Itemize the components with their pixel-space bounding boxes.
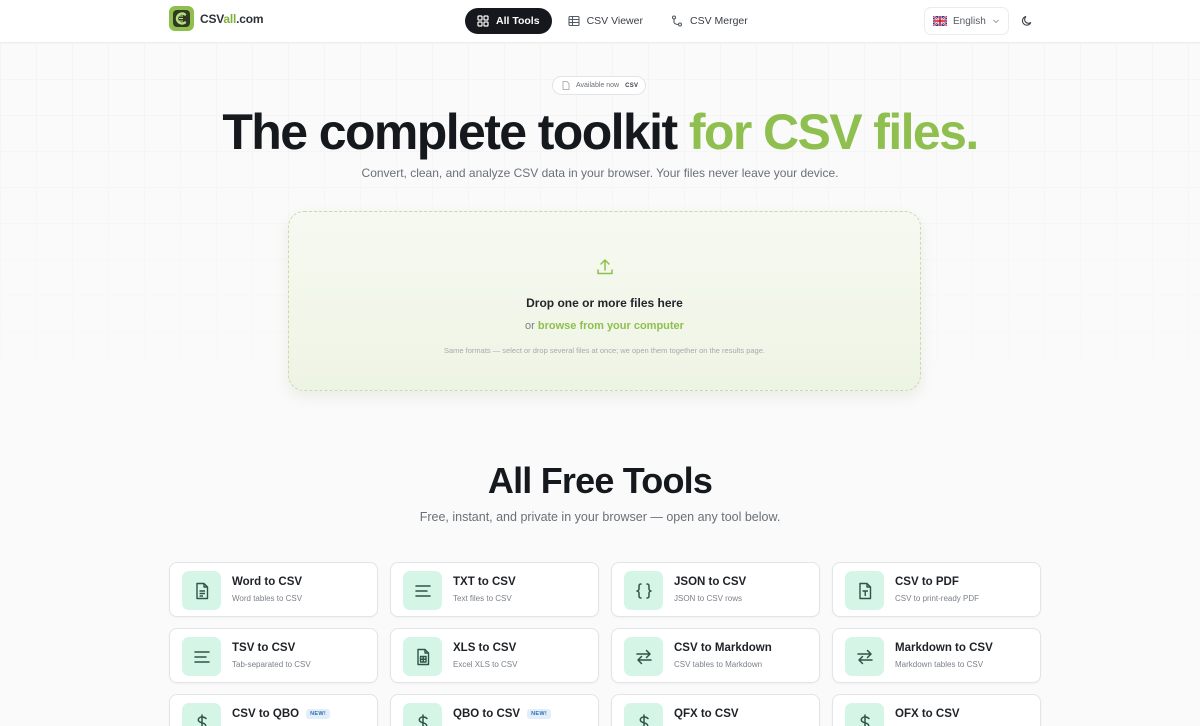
card-title: TXT to CSV xyxy=(453,576,516,588)
card-title: OFX to CSV xyxy=(895,708,960,720)
table-icon xyxy=(568,15,580,27)
spreadsheet-file-icon xyxy=(403,637,442,676)
dollar-icon xyxy=(624,703,663,726)
tools-grid: Word to CSV Word tables to CSV TXT to CS… xyxy=(169,562,1041,726)
site-logo[interactable]: CSVall.com xyxy=(169,6,264,31)
card-title: QFX to CSV xyxy=(674,708,739,720)
card-description: CSV to print-ready PDF xyxy=(895,594,980,603)
dollar-icon xyxy=(845,703,884,726)
card-title: CSV to Markdown xyxy=(674,642,772,654)
card-description: Text files to CSV xyxy=(453,594,512,603)
new-badge: NEW! xyxy=(527,709,551,719)
tools-section-subtitle: Free, instant, and private in your brows… xyxy=(419,510,781,524)
tool-card-xls-to-csv[interactable]: XLS to CSV Excel XLS to CSV xyxy=(390,628,599,683)
nav-csv-merger[interactable]: CSV Merger xyxy=(659,8,760,34)
badge-tag: CSV xyxy=(625,82,639,89)
text-lines-icon xyxy=(403,571,442,610)
top-header: CSVall.com All Tools CSV Viewer CSV Merg… xyxy=(0,0,1200,43)
text-lines-icon xyxy=(182,637,221,676)
main-nav: All Tools CSV Viewer CSV Merger xyxy=(465,8,760,34)
nav-label: All Tools xyxy=(496,15,540,27)
hero-title-green: for CSV files. xyxy=(688,104,979,160)
card-description: CSV tables to Markdown xyxy=(674,660,763,669)
card-title: Markdown to CSV xyxy=(895,642,993,654)
dropzone-note: Same formats — select or drop several fi… xyxy=(443,346,765,355)
tool-card-markdown-to-csv[interactable]: Markdown to CSV Markdown tables to CSV xyxy=(832,628,1041,683)
swap-arrows-icon xyxy=(845,637,884,676)
uk-flag-icon xyxy=(933,16,947,26)
browse-link[interactable]: browse from your computer xyxy=(538,320,684,332)
tool-card-csv-to-markdown[interactable]: CSV to Markdown CSV tables to Markdown xyxy=(611,628,820,683)
card-title: XLS to CSV xyxy=(453,642,517,654)
tool-card-qfx-to-csv[interactable]: QFX to CSV xyxy=(611,694,820,726)
nav-all-tools[interactable]: All Tools xyxy=(465,8,552,34)
file-icon xyxy=(562,81,570,90)
card-title: CSV to QBO NEW! xyxy=(232,708,330,720)
dropzone-title: Drop one or more files here xyxy=(526,296,683,310)
tool-card-ofx-to-csv[interactable]: OFX to CSV xyxy=(832,694,1041,726)
file-dropzone[interactable]: Drop one or more files here or browse fr… xyxy=(288,211,921,391)
new-badge: NEW! xyxy=(306,709,330,719)
card-title: JSON to CSV xyxy=(674,576,747,588)
dollar-icon xyxy=(182,703,221,726)
dropzone-browse-line: or browse from your computer xyxy=(525,320,684,332)
card-title: CSV to PDF xyxy=(895,576,959,588)
card-description: Word tables to CSV xyxy=(232,594,303,603)
nav-label: CSV Viewer xyxy=(586,15,643,27)
badge-text: Available now xyxy=(576,82,620,89)
tool-card-word-to-csv[interactable]: Word to CSV Word tables to CSV xyxy=(169,562,378,617)
card-description: JSON to CSV rows xyxy=(674,594,743,603)
tool-card-csv-to-qbo[interactable]: CSV to QBO NEW! xyxy=(169,694,378,726)
hero-title: The complete toolkit for CSV files. xyxy=(0,103,1200,161)
nav-csv-viewer[interactable]: CSV Viewer xyxy=(556,8,655,34)
nav-label: CSV Merger xyxy=(689,15,748,27)
tools-section-title: All Free Tools xyxy=(487,460,713,501)
language-label: English xyxy=(953,15,986,27)
swap-arrows-icon xyxy=(624,637,663,676)
hero-subtitle: Convert, clean, and analyze CSV data in … xyxy=(361,166,839,180)
logo-icon xyxy=(169,6,194,31)
pdf-file-icon xyxy=(845,571,884,610)
card-title: TSV to CSV xyxy=(232,642,296,654)
dollar-icon xyxy=(403,703,442,726)
moon-icon xyxy=(1021,16,1032,26)
braces-icon xyxy=(624,571,663,610)
language-selector[interactable]: English xyxy=(924,7,1009,35)
hero-title-dark: The complete toolkit xyxy=(222,104,678,160)
availability-badge: Available now CSV xyxy=(552,76,647,95)
tool-card-json-to-csv[interactable]: JSON to CSV JSON to CSV rows xyxy=(611,562,820,617)
logo-wordmark: CSVall.com xyxy=(200,11,264,26)
tool-card-qbo-to-csv[interactable]: QBO to CSV NEW! xyxy=(390,694,599,726)
tool-card-csv-to-pdf[interactable]: CSV to PDF CSV to print-ready PDF xyxy=(832,562,1041,617)
document-icon xyxy=(182,571,221,610)
card-title: Word to CSV xyxy=(232,576,303,588)
tool-card-txt-to-csv[interactable]: TXT to CSV Text files to CSV xyxy=(390,562,599,617)
card-title: QBO to CSV NEW! xyxy=(453,708,551,720)
theme-toggle-button[interactable] xyxy=(1018,12,1036,30)
merge-icon xyxy=(671,15,683,27)
tool-card-tsv-to-csv[interactable]: TSV to CSV Tab-separated to CSV xyxy=(169,628,378,683)
upload-icon xyxy=(597,259,613,275)
grid-icon xyxy=(477,15,489,27)
card-description: Tab-separated to CSV xyxy=(232,660,311,669)
card-description: Markdown tables to CSV xyxy=(895,660,984,669)
card-description: Excel XLS to CSV xyxy=(453,660,518,669)
chevron-down-icon xyxy=(992,19,999,24)
